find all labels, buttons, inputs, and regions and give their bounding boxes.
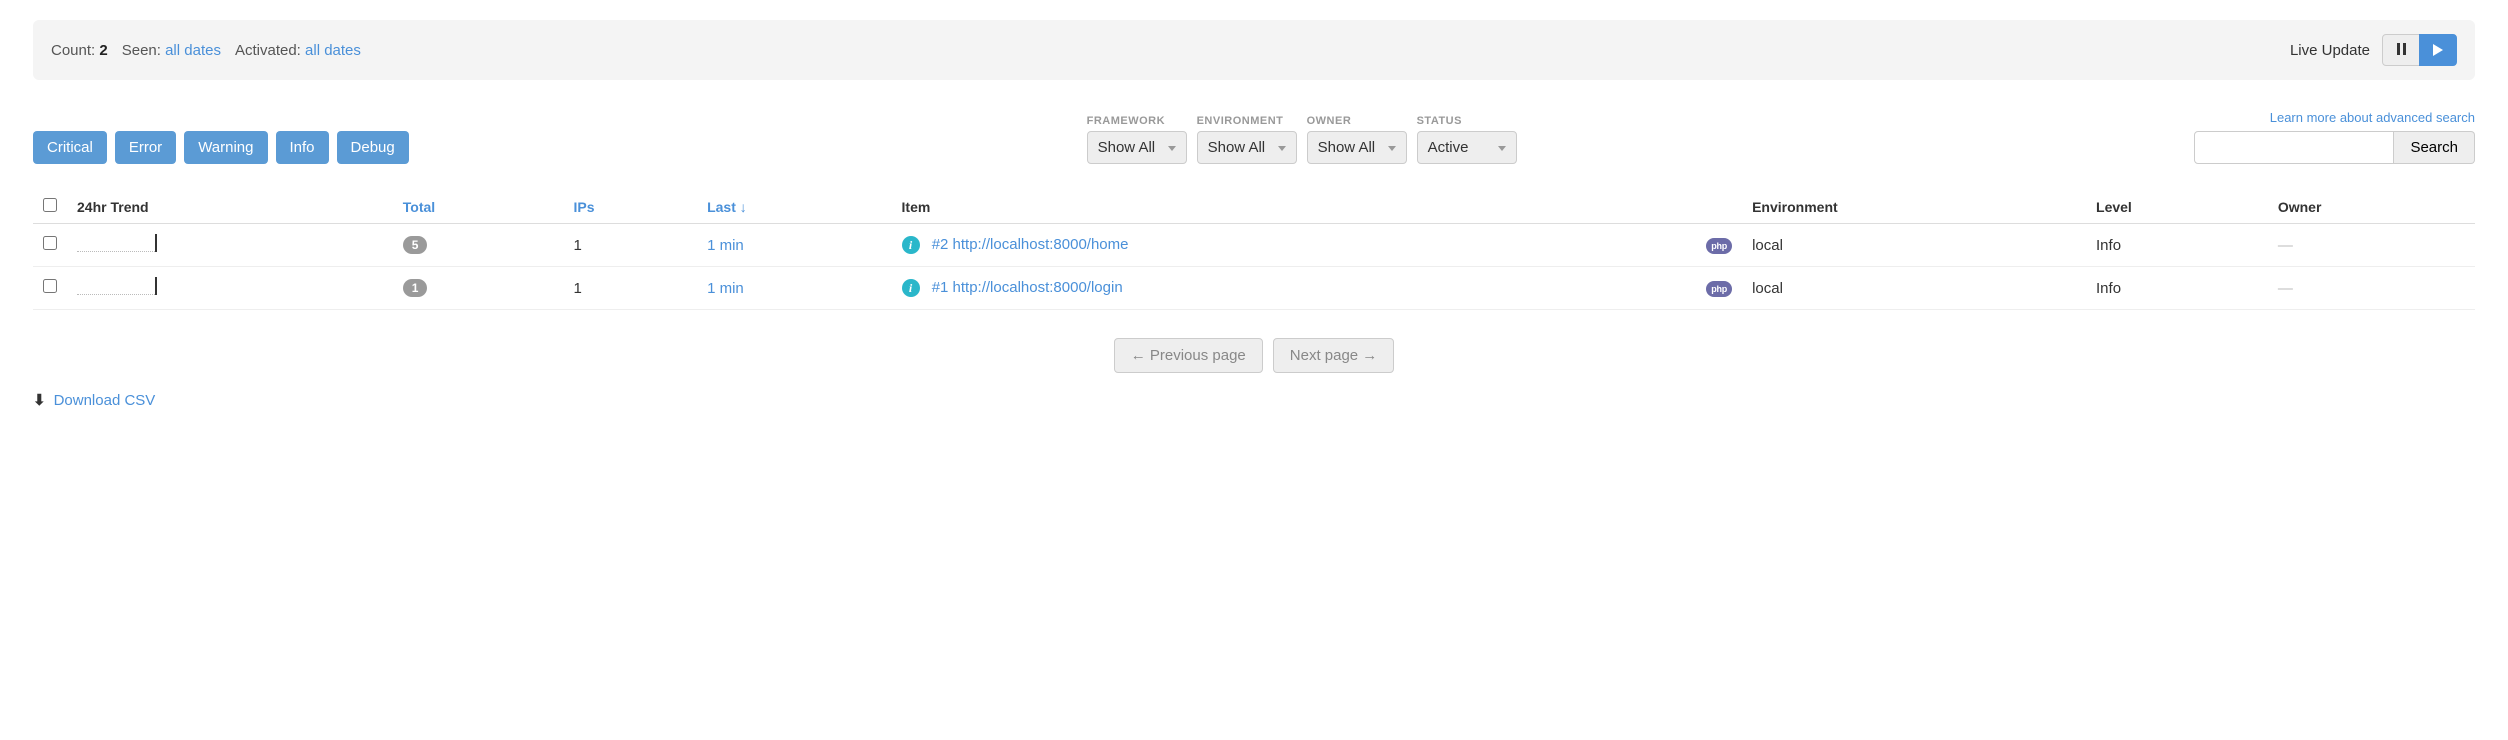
- environment-value: local: [1742, 267, 2086, 310]
- php-icon: php: [1706, 281, 1732, 297]
- trend-sparkline: [77, 234, 157, 252]
- summary-right: Live Update: [2290, 34, 2457, 66]
- owner-select[interactable]: Show All: [1307, 131, 1407, 164]
- filter-environment: ENVIRONMENT Show All: [1197, 115, 1297, 164]
- filter-environment-label: ENVIRONMENT: [1197, 115, 1297, 127]
- play-icon: [2433, 44, 2443, 56]
- live-update-label: Live Update: [2290, 42, 2370, 59]
- debug-button[interactable]: Debug: [337, 131, 409, 164]
- advanced-search-link[interactable]: Learn more about advanced search: [2270, 110, 2475, 125]
- item-link[interactable]: #2 http://localhost:8000/home: [932, 236, 1129, 253]
- environment-value: local: [1742, 224, 2086, 267]
- owner-value: —: [2268, 267, 2475, 310]
- summary-bar: Count: 2 Seen: all dates Activated: all …: [33, 20, 2475, 80]
- row-checkbox[interactable]: [43, 279, 57, 293]
- status-select[interactable]: Active: [1417, 131, 1517, 164]
- level-value: Info: [2086, 267, 2268, 310]
- controls-row: Critical Error Warning Info Debug FRAMEW…: [33, 110, 2475, 164]
- filter-status: STATUS Active: [1417, 115, 1517, 164]
- level-buttons: Critical Error Warning Info Debug: [33, 131, 409, 164]
- filter-framework: FRAMEWORK Show All: [1087, 115, 1187, 164]
- ips-value: 1: [563, 224, 697, 267]
- table-row: 1 1 1 min i #1 http://localhost:8000/log…: [33, 267, 2475, 310]
- select-all-checkbox[interactable]: [43, 198, 57, 212]
- seen-label: Seen:: [122, 42, 161, 59]
- table-header-row: 24hr Trend Total IPs Last ↓ Item Environ…: [33, 190, 2475, 224]
- play-button[interactable]: [2419, 34, 2457, 66]
- search-input[interactable]: [2194, 131, 2394, 164]
- info-button[interactable]: Info: [276, 131, 329, 164]
- summary-left: Count: 2 Seen: all dates Activated: all …: [51, 42, 361, 59]
- info-icon: i: [902, 279, 920, 297]
- col-total[interactable]: Total: [393, 190, 564, 224]
- items-table: 24hr Trend Total IPs Last ↓ Item Environ…: [33, 190, 2475, 310]
- filter-owner-label: OWNER: [1307, 115, 1407, 127]
- table-row: 5 1 1 min i #2 http://localhost:8000/hom…: [33, 224, 2475, 267]
- pause-icon: [2397, 42, 2406, 58]
- level-value: Info: [2086, 224, 2268, 267]
- owner-value: —: [2268, 224, 2475, 267]
- col-last[interactable]: Last ↓: [697, 190, 891, 224]
- error-button[interactable]: Error: [115, 131, 176, 164]
- col-environment: Environment: [1742, 190, 2086, 224]
- info-icon: i: [902, 236, 920, 254]
- col-owner: Owner: [2268, 190, 2475, 224]
- count-group: Count: 2: [51, 42, 108, 59]
- download-icon: ⬇: [33, 391, 46, 409]
- count-value: 2: [99, 42, 107, 59]
- last-value[interactable]: 1 min: [697, 224, 891, 267]
- col-trend: 24hr Trend: [67, 190, 393, 224]
- php-icon: php: [1706, 238, 1732, 254]
- seen-link[interactable]: all dates: [165, 42, 221, 59]
- total-badge: 1: [403, 279, 428, 297]
- pause-button[interactable]: [2382, 34, 2420, 66]
- col-level: Level: [2086, 190, 2268, 224]
- critical-button[interactable]: Critical: [33, 131, 107, 164]
- framework-select[interactable]: Show All: [1087, 131, 1187, 164]
- next-page-button[interactable]: Next page →: [1273, 338, 1395, 373]
- row-checkbox[interactable]: [43, 236, 57, 250]
- count-label: Count:: [51, 42, 95, 59]
- live-update-toggle: [2382, 34, 2457, 66]
- search-button[interactable]: Search: [2394, 131, 2475, 164]
- filter-owner: OWNER Show All: [1307, 115, 1407, 164]
- filters: FRAMEWORK Show All ENVIRONMENT Show All …: [1087, 115, 1517, 164]
- search-column: Learn more about advanced search Search: [2194, 110, 2475, 164]
- pager: ← Previous page Next page →: [33, 338, 2475, 373]
- filter-status-label: STATUS: [1417, 115, 1517, 127]
- download-csv-link[interactable]: ⬇ Download CSV: [33, 391, 155, 409]
- environment-select[interactable]: Show All: [1197, 131, 1297, 164]
- item-link[interactable]: #1 http://localhost:8000/login: [932, 279, 1123, 296]
- filter-framework-label: FRAMEWORK: [1087, 115, 1187, 127]
- total-badge: 5: [403, 236, 428, 254]
- ips-value: 1: [563, 267, 697, 310]
- search-row: Search: [2194, 131, 2475, 164]
- trend-sparkline: [77, 277, 157, 295]
- prev-page-button[interactable]: ← Previous page: [1114, 338, 1263, 373]
- warning-button[interactable]: Warning: [184, 131, 267, 164]
- col-item: Item: [892, 190, 1697, 224]
- activated-label: Activated:: [235, 42, 301, 59]
- download-csv-label: Download CSV: [54, 392, 156, 409]
- last-value[interactable]: 1 min: [697, 267, 891, 310]
- seen-group: Seen: all dates: [122, 42, 221, 59]
- col-ips[interactable]: IPs: [563, 190, 697, 224]
- activated-group: Activated: all dates: [235, 42, 361, 59]
- activated-link[interactable]: all dates: [305, 42, 361, 59]
